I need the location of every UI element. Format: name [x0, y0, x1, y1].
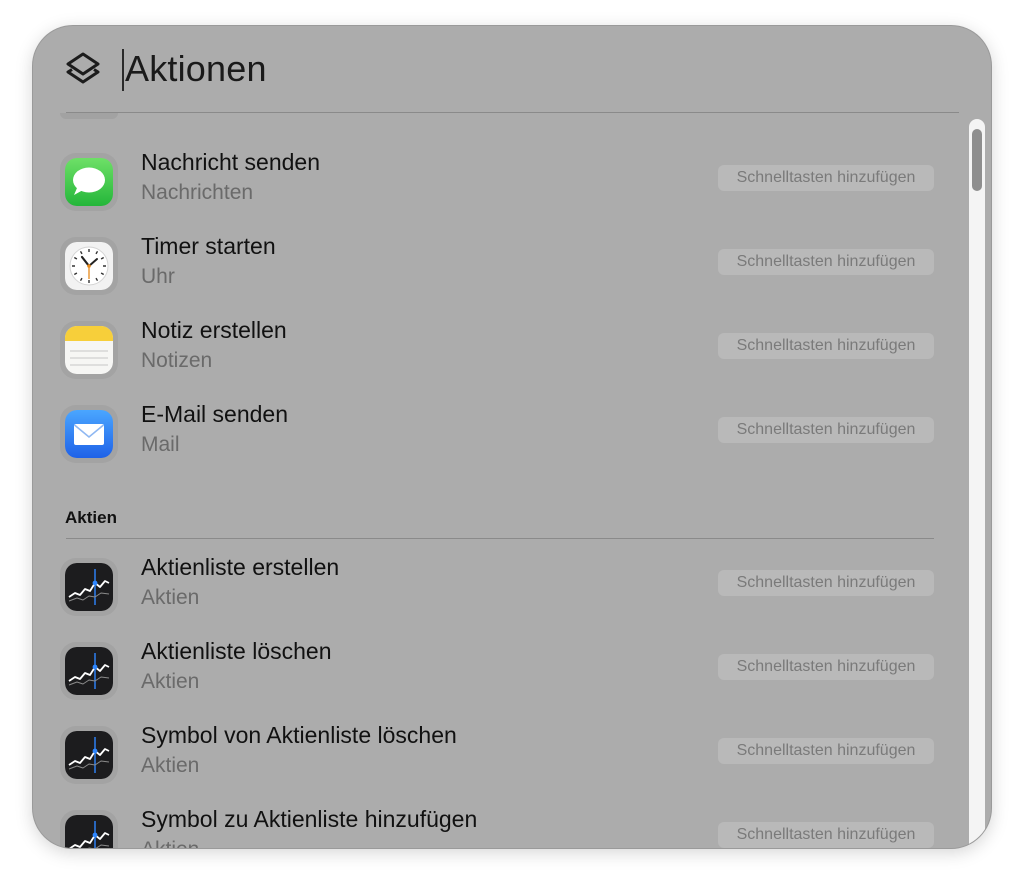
stocks-icon: [65, 731, 113, 779]
section-header-aktien: Aktien: [65, 508, 117, 527]
stocks-icon: [65, 647, 113, 695]
search-header: Aktionen: [33, 26, 991, 112]
scrollbar-thumb[interactable]: [972, 129, 982, 191]
result-title: Notiz erstellen: [141, 317, 287, 343]
result-title: E-Mail senden: [141, 401, 289, 427]
result-row-symbol-zu-aktienliste-hinzufuegen[interactable]: Symbol zu Aktienliste hinzufügen Aktien …: [33, 794, 968, 848]
clock-icon: [65, 242, 113, 290]
result-title: Symbol von Aktienliste löschen: [141, 722, 457, 748]
scrollbar-track[interactable]: [969, 119, 985, 848]
result-row-aktienliste-loeschen[interactable]: Aktienliste löschen Aktien Schnelltasten…: [33, 626, 968, 710]
result-app: Aktien: [141, 670, 200, 693]
result-app: Aktien: [141, 754, 200, 777]
result-row-nachricht-senden[interactable]: Nachricht senden Nachrichten Schnelltast…: [33, 137, 968, 221]
result-title: Aktienliste erstellen: [141, 554, 340, 580]
result-title: Symbol zu Aktienliste hinzufügen: [141, 806, 478, 832]
add-shortcut-button[interactable]: Schnelltasten hinzufügen: [718, 822, 934, 848]
result-title: Aktienliste löschen: [141, 638, 332, 664]
spotlight-panel: Aktionen Nachricht senden Nachrichten Sc…: [33, 26, 991, 848]
result-row-symbol-von-aktienliste-loeschen[interactable]: Symbol von Aktienliste löschen Aktien Sc…: [33, 710, 968, 794]
shortcuts-icon: [63, 50, 103, 90]
section-divider: [66, 538, 934, 539]
result-row-aktienliste-erstellen[interactable]: Aktienliste erstellen Aktien Schnelltast…: [33, 542, 968, 626]
text-caret: [122, 49, 124, 91]
add-shortcut-button[interactable]: Schnelltasten hinzufügen: [718, 417, 934, 443]
add-shortcut-button[interactable]: Schnelltasten hinzufügen: [718, 249, 934, 275]
add-shortcut-button[interactable]: Schnelltasten hinzufügen: [718, 333, 934, 359]
result-title: Timer starten: [141, 233, 276, 259]
stocks-icon: [65, 563, 113, 611]
notes-icon: [65, 326, 113, 374]
add-shortcut-button[interactable]: Schnelltasten hinzufügen: [718, 654, 934, 680]
result-app: Mail: [141, 433, 180, 456]
results-list: Nachricht senden Nachrichten Schnelltast…: [33, 113, 968, 848]
result-title: Nachricht senden: [141, 149, 320, 175]
add-shortcut-button[interactable]: Schnelltasten hinzufügen: [718, 738, 934, 764]
messages-icon: [65, 158, 113, 206]
result-row-timer-starten[interactable]: Timer starten Uhr Schnelltasten hinzufüg…: [33, 221, 968, 305]
result-app: Aktien: [141, 586, 200, 609]
add-shortcut-button[interactable]: Schnelltasten hinzufügen: [718, 570, 934, 596]
result-app: Nachrichten: [141, 181, 254, 204]
result-row-email-senden[interactable]: E-Mail senden Mail Schnelltasten hinzufü…: [33, 389, 968, 473]
add-shortcut-button[interactable]: Schnelltasten hinzufügen: [718, 165, 934, 191]
stocks-icon: [65, 815, 113, 848]
result-app: Uhr: [141, 265, 175, 288]
result-app: Notizen: [141, 349, 213, 372]
search-input[interactable]: Aktionen: [125, 44, 267, 94]
result-row-notiz-erstellen[interactable]: Notiz erstellen Notizen Schnelltasten hi…: [33, 305, 968, 389]
result-app: Aktien: [141, 838, 199, 848]
previous-item-peek: [60, 113, 118, 119]
mail-icon: [65, 410, 113, 458]
